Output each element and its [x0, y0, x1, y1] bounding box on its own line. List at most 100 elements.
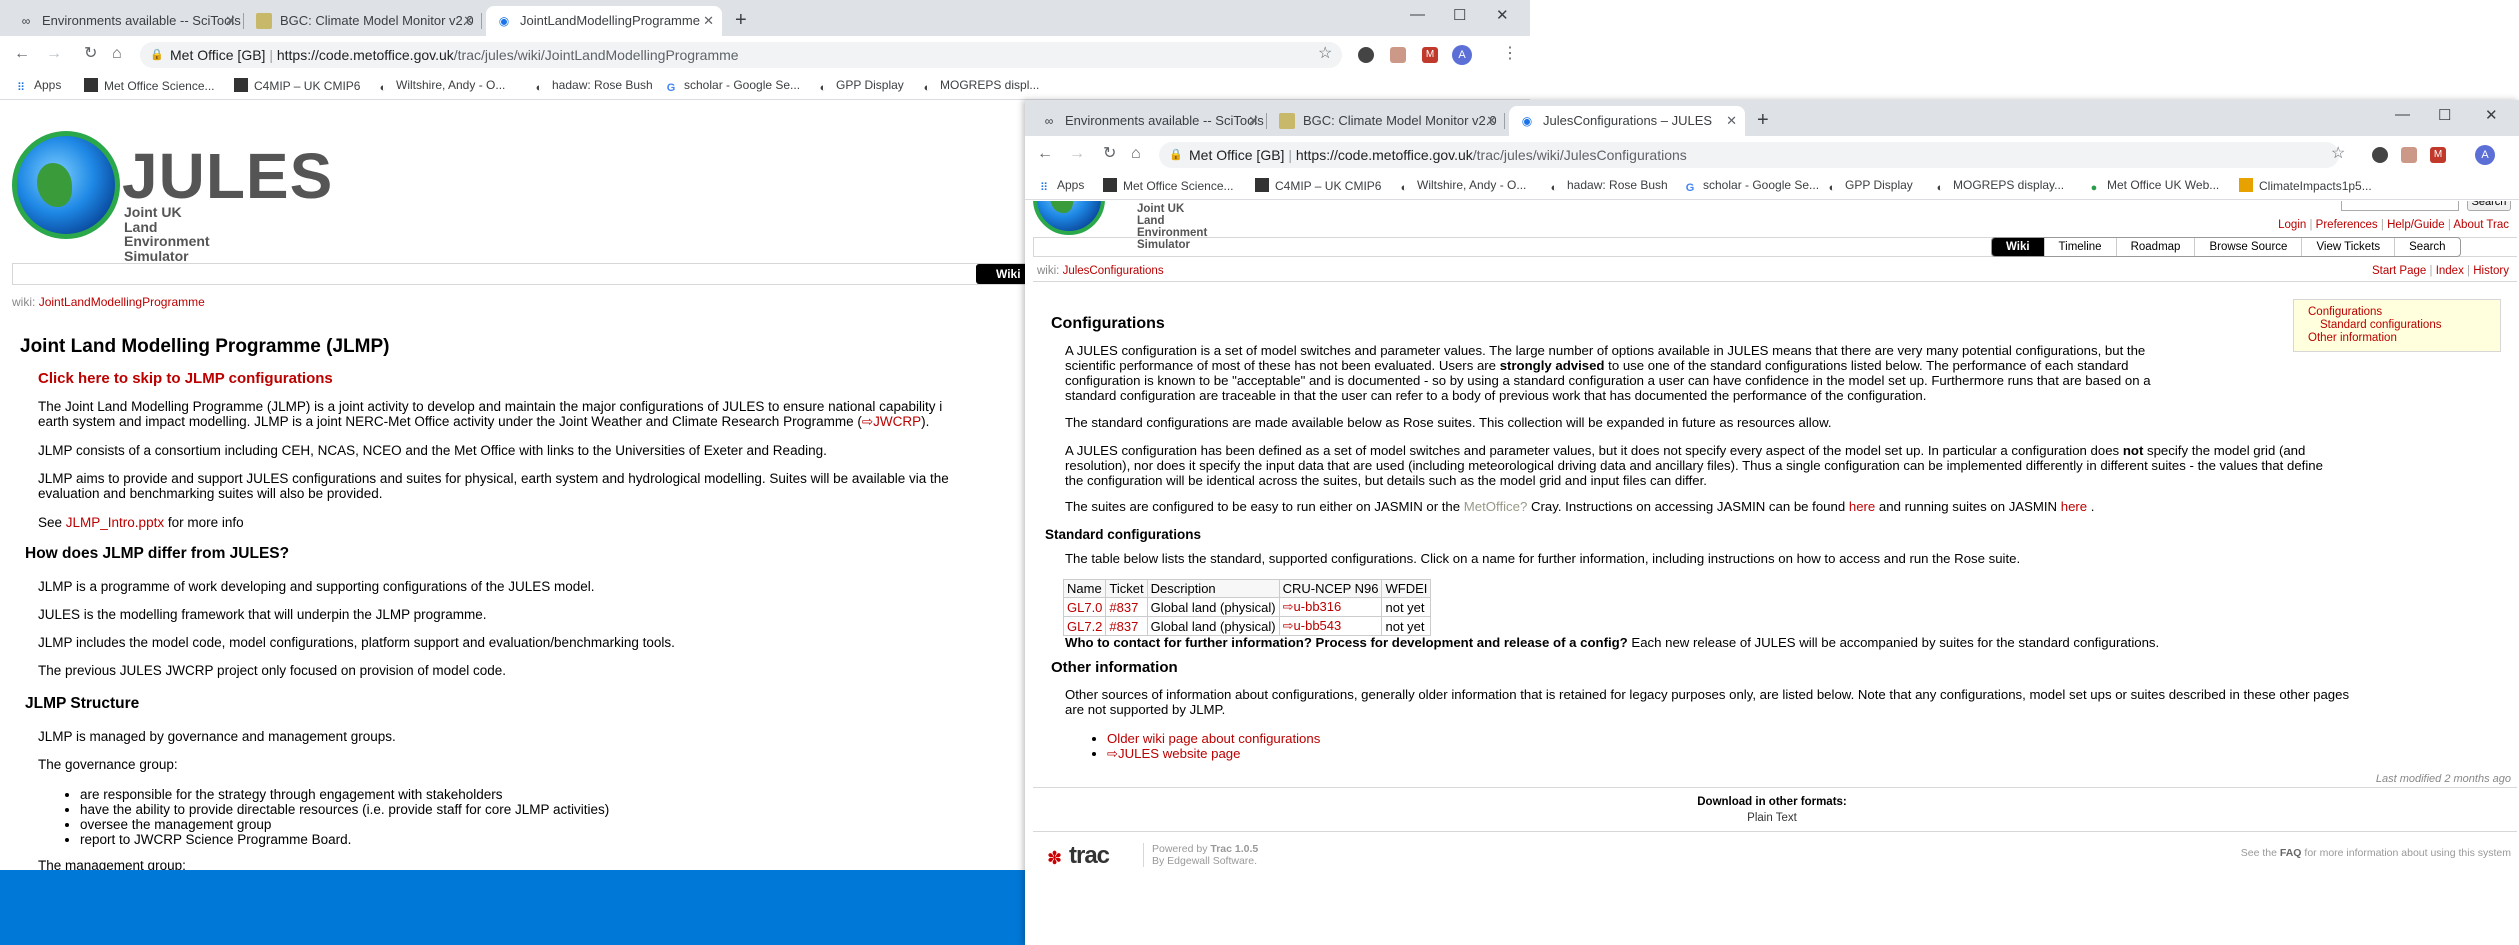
preferences-link[interactable]: Preferences [2316, 219, 2378, 231]
extension-icon[interactable] [2401, 147, 2417, 163]
close-icon[interactable]: ✕ [463, 6, 474, 36]
bookmark-item[interactable]: ◐ Wiltshire, Andy - O... [376, 78, 506, 95]
address-bar[interactable]: 🔒 Met Office [GB] | https://code.metoffi… [1159, 142, 2339, 168]
tab-jlmp[interactable]: ◉ JointLandModellingProgramme ✕ [486, 6, 722, 36]
jwcrp-link[interactable]: ⇨JWCRP [862, 414, 921, 429]
extension-icon[interactable]: M [1422, 47, 1438, 63]
plain-text-link[interactable]: Plain Text [1747, 812, 1797, 824]
nav-tab-view-tickets[interactable]: View Tickets [2301, 238, 2394, 256]
search-button[interactable]: Search [2467, 201, 2511, 211]
tab-jules-configurations[interactable]: ◉ JulesConfigurations – JULES ✕ [1509, 106, 1745, 136]
bookmark-item[interactable]: ◐ MOGREPS display... [1933, 178, 2064, 195]
tab-scitools[interactable]: ∞ Environments available -- SciTools ✕ [8, 6, 244, 36]
divider [1033, 281, 2517, 282]
extension-icon[interactable] [2372, 147, 2388, 163]
nav-tab-browse-source[interactable]: Browse Source [2194, 238, 2301, 256]
skip-link[interactable]: Click here to skip to JLMP configuration… [38, 370, 333, 387]
new-tab-button[interactable]: + [1757, 108, 1769, 132]
bookmark-star-icon[interactable]: ☆ [1318, 45, 1332, 63]
bookmark-item[interactable]: ClimateImpacts1p5... [2239, 178, 2372, 193]
close-icon[interactable]: ✕ [1248, 106, 1259, 136]
extension-icon[interactable] [1390, 47, 1406, 63]
maximize-button[interactable]: ☐ [2438, 106, 2451, 124]
help-guide-link[interactable]: Help/Guide [2387, 219, 2445, 231]
nav-tab-timeline[interactable]: Timeline [2043, 238, 2116, 256]
tab-bgc[interactable]: BGC: Climate Model Monitor v2.0 ✕ [1269, 106, 1505, 136]
missing-wiki-link[interactable]: MetOffice? [1464, 499, 1528, 514]
ticket-link[interactable]: #837 [1109, 600, 1138, 615]
tab-scitools[interactable]: ∞ Environments available -- SciTools ✕ [1031, 106, 1267, 136]
pptx-link[interactable]: JLMP_Intro.pptx [66, 515, 164, 530]
bookmark-item[interactable]: ◐ hadaw: Rose Bush [1547, 178, 1668, 195]
bookmark-item[interactable]: ◐ hadaw: Rose Bush [532, 78, 653, 95]
bookmark-item[interactable]: ● Met Office UK Web... [2087, 178, 2220, 195]
nav-tab-wiki[interactable]: Wiki [1992, 238, 2044, 256]
jasmin-suites-link[interactable]: here [2061, 499, 2087, 514]
avatar[interactable]: A [1452, 45, 1472, 65]
suite-link[interactable]: ⇨u-bb316 [1283, 599, 1342, 614]
menu-icon[interactable]: ⋮ [1502, 45, 1518, 63]
back-icon[interactable]: ← [14, 45, 30, 63]
close-icon[interactable]: ✕ [1486, 106, 1497, 136]
bookmark-apps[interactable]: ⠿ Apps [14, 78, 61, 95]
bookmark-item[interactable]: C4MIP – UK CMIP6 [234, 78, 360, 93]
suite-link[interactable]: ⇨u-bb543 [1283, 618, 1342, 633]
bookmark-apps[interactable]: ⠿ Apps [1037, 178, 1084, 195]
about-trac-link[interactable]: About Trac [2453, 219, 2509, 231]
config-name-link[interactable]: GL7.2 [1067, 619, 1102, 634]
history-link[interactable]: History [2473, 265, 2509, 277]
tab-bgc[interactable]: BGC: Climate Model Monitor v2.0 ✕ [246, 6, 482, 36]
toc-link[interactable]: Other information [2308, 332, 2478, 345]
login-link[interactable]: Login [2278, 219, 2306, 231]
forward-icon[interactable]: → [46, 45, 62, 63]
bookmark-item[interactable]: ◐ Wiltshire, Andy - O... [1397, 178, 1527, 195]
minimize-button[interactable]: — [2395, 106, 2410, 123]
index-link[interactable]: Index [2436, 265, 2464, 277]
bookmark-item[interactable]: ◐ GPP Display [1825, 178, 1913, 195]
maximize-button[interactable]: ☐ [1453, 6, 1466, 24]
edgewall-link[interactable]: By Edgewall Software. [1152, 855, 1258, 867]
back-icon[interactable]: ← [1037, 145, 1053, 163]
close-window-button[interactable]: ✕ [1496, 6, 1509, 24]
bookmark-item[interactable]: C4MIP – UK CMIP6 [1255, 178, 1381, 193]
faq-link[interactable]: FAQ [2280, 847, 2302, 859]
search-input[interactable] [2341, 201, 2459, 211]
nav-tab-search[interactable]: Search [2394, 238, 2459, 256]
bookmark-star-icon[interactable]: ☆ [2331, 145, 2345, 163]
close-icon[interactable]: ✕ [225, 6, 236, 36]
home-icon[interactable]: ⌂ [112, 45, 122, 63]
home-icon[interactable]: ⌂ [1131, 145, 1141, 163]
ticket-link[interactable]: #837 [1109, 619, 1138, 634]
trac-logo[interactable]: ✽ trac [1047, 842, 1129, 872]
minimize-button[interactable]: — [1410, 6, 1425, 23]
jules-website-link[interactable]: ⇨JULES website page [1107, 746, 1240, 761]
bookmark-item[interactable]: ◐ GPP Display [816, 78, 904, 95]
config-name-link[interactable]: GL7.0 [1067, 600, 1102, 615]
breadcrumb-link[interactable]: JulesConfigurations [1063, 265, 1164, 277]
trac-version-link[interactable]: Trac 1.0.5 [1210, 843, 1258, 855]
bookmark-item[interactable]: Met Office Science... [1103, 178, 1234, 193]
bookmark-item[interactable]: Gscholar - Google Se... [664, 78, 800, 95]
nav-tab-wiki[interactable]: Wiki [976, 264, 1030, 284]
avatar[interactable]: A [2475, 145, 2495, 165]
extension-icon[interactable]: M [2430, 147, 2446, 163]
nav-tab-roadmap[interactable]: Roadmap [2115, 238, 2195, 256]
breadcrumb-link[interactable]: JointLandModellingProgramme [39, 295, 205, 309]
close-window-button[interactable]: ✕ [2485, 106, 2498, 124]
address-bar[interactable]: 🔒 Met Office [GB] | https://code.metoffi… [140, 42, 1342, 68]
bookmark-item[interactable]: ◐ MOGREPS displ... [920, 78, 1040, 95]
older-wiki-link[interactable]: Older wiki page about configurations [1107, 731, 1320, 746]
toc-link[interactable]: Standard configurations [2308, 319, 2478, 332]
extension-icon[interactable] [1358, 47, 1374, 63]
bookmark-item[interactable]: Met Office Science... [84, 78, 215, 93]
close-icon[interactable]: ✕ [703, 6, 714, 36]
reload-icon[interactable]: ↻ [1103, 145, 1116, 163]
reload-icon[interactable]: ↻ [84, 45, 97, 63]
bookmark-item[interactable]: Gscholar - Google Se... [1683, 178, 1819, 195]
start-page-link[interactable]: Start Page [2372, 265, 2426, 277]
close-icon[interactable]: ✕ [1726, 106, 1737, 136]
forward-icon[interactable]: → [1069, 145, 1085, 163]
toc-link[interactable]: Configurations [2308, 306, 2478, 319]
jasmin-access-link[interactable]: here [1849, 499, 1875, 514]
new-tab-button[interactable]: + [735, 8, 747, 32]
